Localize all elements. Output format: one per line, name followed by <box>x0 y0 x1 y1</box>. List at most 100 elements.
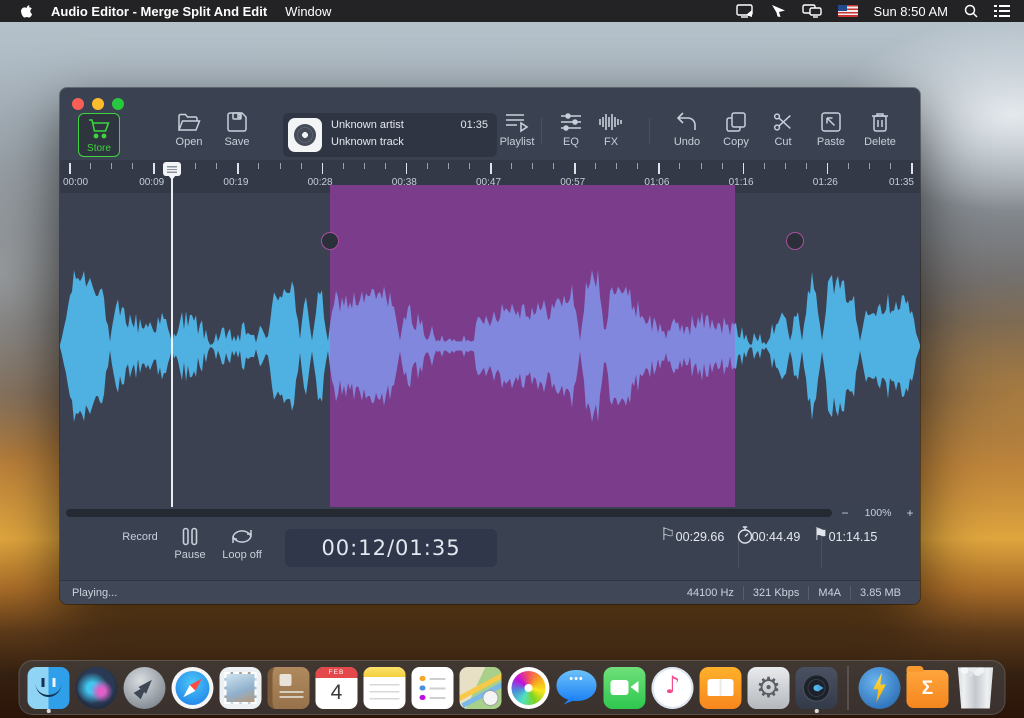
cut-button[interactable]: Cut <box>761 111 805 148</box>
scroll-zoom-row: − 100% + <box>60 506 920 520</box>
ruler-minor-tick <box>111 163 113 169</box>
itunes-glyph: ♪ <box>664 670 681 699</box>
store-button[interactable]: Store <box>78 113 120 157</box>
screen-mirroring-icon[interactable] <box>735 4 755 18</box>
zoom-out-button[interactable]: − <box>838 506 852 520</box>
menu-bar: Audio Editor - Merge Split And Edit Wind… <box>0 0 1024 22</box>
dock-item-calendar[interactable]: FEB 4 <box>315 665 358 711</box>
maps-icon <box>459 666 502 709</box>
status-bar: Playing... 44100 Hz 321 Kbps M4A 3.85 MB <box>60 580 920 604</box>
ruler-major-tick <box>490 163 492 174</box>
playhead[interactable] <box>171 179 173 507</box>
apple-menu-icon[interactable] <box>20 4 33 19</box>
loop-label: Loop off <box>222 549 262 561</box>
open-button[interactable]: Open <box>167 111 211 148</box>
menu-window[interactable]: Window <box>285 4 331 19</box>
dock-item-notes[interactable] <box>363 665 406 711</box>
dock-item-messages[interactable]: ••• <box>556 665 598 711</box>
ruler-minor-tick <box>763 163 765 169</box>
dock-item-photos[interactable] <box>507 665 550 711</box>
trash-icon <box>872 113 888 132</box>
selection-end-handle[interactable] <box>786 232 804 250</box>
playhead-marker[interactable] <box>163 162 181 180</box>
calendar-glyph-header: FEB <box>315 666 358 678</box>
dock-item-sigma-folder[interactable]: Σ <box>906 665 949 711</box>
input-language-flag-icon[interactable] <box>837 5 858 17</box>
ruler-time-label: 01:06 <box>644 177 670 188</box>
ruler-time-label: 00:47 <box>476 177 502 188</box>
dock-item-maps[interactable] <box>459 665 502 711</box>
ruler-minor-tick <box>447 163 449 169</box>
messages-glyph: ••• <box>569 672 584 685</box>
ruler-major-tick <box>69 163 71 174</box>
fx-label: FX <box>603 136 619 148</box>
ruler-minor-tick <box>363 163 365 169</box>
minimize-window-button[interactable] <box>92 98 104 110</box>
launchpad-icon <box>123 666 166 709</box>
dock-item-mail[interactable] <box>219 665 262 711</box>
zoom-window-button[interactable] <box>112 98 124 110</box>
notification-center-icon[interactable] <box>994 5 1010 17</box>
record-label: Record <box>122 531 158 543</box>
loop-button[interactable]: Loop off <box>212 527 272 561</box>
reminders-icon <box>411 666 454 709</box>
selection-start-handle[interactable] <box>321 232 339 250</box>
dock-item-safari[interactable] <box>171 665 214 711</box>
ruler-minor-tick <box>195 163 197 169</box>
timer-readout[interactable]: 00:44.49 <box>736 525 816 544</box>
close-window-button[interactable] <box>72 98 84 110</box>
sysprefs-icon: ⚙ <box>747 666 790 709</box>
selection-start-readout[interactable]: ⚐ 00:29.66 <box>660 525 740 545</box>
horizontal-scrollbar[interactable] <box>66 509 832 517</box>
toolbar: Store Open Save Unknown artist Unknown t… <box>60 88 920 160</box>
audio-editor-window: Store Open Save Unknown artist Unknown t… <box>60 88 920 604</box>
dock-item-finder[interactable] <box>27 665 70 713</box>
open-label: Open <box>175 136 203 148</box>
fx-button[interactable]: FX <box>589 111 633 148</box>
spotlight-search-icon[interactable] <box>964 4 978 18</box>
save-button[interactable]: Save <box>215 111 259 148</box>
running-indicator-dot <box>814 709 819 713</box>
delete-label: Delete <box>864 136 896 148</box>
dock-item-launchpad[interactable] <box>123 665 166 711</box>
window-controls <box>72 98 124 110</box>
ruler-minor-tick <box>637 163 639 169</box>
ibooks-icon <box>699 666 742 709</box>
record-button[interactable]: Record <box>116 528 164 543</box>
notes-icon <box>363 666 406 709</box>
menubar-app-name[interactable]: Audio Editor - Merge Split And Edit <box>51 4 267 19</box>
undo-button[interactable]: Undo <box>665 111 709 148</box>
dock-item-contacts[interactable] <box>267 665 310 711</box>
file-info: 44100 Hz 321 Kbps M4A 3.85 MB <box>678 581 920 604</box>
dock-item-lightning-app[interactable] <box>858 665 901 711</box>
now-playing-widget[interactable]: Unknown artist Unknown track 01:35 <box>283 113 497 157</box>
delete-button[interactable]: Delete <box>858 111 902 148</box>
folder-icon <box>177 113 201 131</box>
selection-end-readout[interactable]: ⚑ 01:14.15 <box>813 525 893 545</box>
ruler-minor-tick <box>868 163 870 169</box>
dock-item-ibooks[interactable] <box>699 665 742 711</box>
menubar-clock[interactable]: Sun 8:50 AM <box>874 4 948 19</box>
dock-item-reminders[interactable] <box>411 665 454 711</box>
playlist-button[interactable]: Playlist <box>495 111 539 148</box>
eq-button[interactable]: EQ <box>549 111 593 148</box>
floppy-disk-icon <box>227 112 247 132</box>
dock-item-trash[interactable] <box>955 665 997 711</box>
copy-button[interactable]: Copy <box>714 111 758 148</box>
presenter-arrow-icon[interactable] <box>771 4 786 18</box>
dock-item-audio-editor[interactable] <box>795 665 838 713</box>
ruler-major-tick <box>405 163 408 174</box>
save-label: Save <box>224 136 250 148</box>
undo-label: Undo <box>673 136 701 148</box>
paste-button[interactable]: Paste <box>809 111 853 148</box>
dock-item-sysprefs[interactable]: ⚙ <box>747 665 790 711</box>
transport-bar: Record Pause Loop off 00:12/01:35 ⚐ 00:2… <box>60 519 920 580</box>
dock-item-itunes[interactable]: ♪ <box>651 665 694 711</box>
pause-button[interactable]: Pause <box>166 527 214 561</box>
selection-region[interactable] <box>330 193 735 507</box>
zoom-in-button[interactable]: + <box>903 506 917 520</box>
ruler-time-label: 00:57 <box>560 177 586 188</box>
dock-item-facetime[interactable] <box>603 665 646 711</box>
dock-item-siri[interactable] <box>75 665 118 711</box>
displays-icon[interactable] <box>801 4 822 18</box>
